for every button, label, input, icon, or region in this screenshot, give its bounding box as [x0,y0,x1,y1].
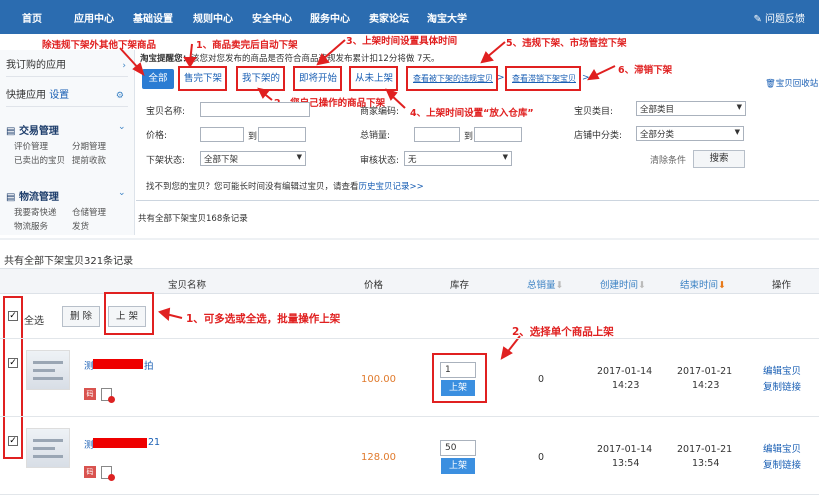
copy-link[interactable]: 复制链接 [763,379,801,393]
section-divider [0,238,819,240]
copy-link[interactable]: 复制链接 [763,457,801,471]
filter-review-status-label: 审核状态: [360,156,400,166]
delist-status-select[interactable]: 全部下架 ▼ [200,151,306,166]
col-item-name: 宝贝名称 [168,280,207,291]
qr-code-icon[interactable]: 码 [84,466,96,478]
edit-item-link[interactable]: 编辑宝贝 [763,363,801,377]
filter-category-label: 宝贝类目: [574,107,614,117]
created-time: 13:54 [612,458,640,469]
created-date: 2017-01-14 [597,444,653,455]
end-date: 2017-01-21 [677,366,733,377]
item-name-input[interactable] [200,102,310,117]
col-actions: 操作 [772,280,792,291]
item-price: 100.00 [361,374,396,385]
filter-name-label: 宝贝名称: [146,107,186,117]
highlight-box [432,353,487,403]
filter-delist-status-label: 下架状态: [146,156,186,166]
search-button[interactable]: 搜索 [693,150,745,168]
end-time: 13:54 [692,458,720,469]
summary-count-main: 共有全部下架宝贝321条记录 [4,256,134,267]
end-time: 14:23 [692,380,720,391]
col-stock: 库存 [450,280,470,291]
item-sales: 0 [538,452,545,463]
row-checkbox[interactable]: ✓ [8,358,18,368]
col-price: 价格 [364,280,384,291]
row-divider [0,338,819,339]
shop-category-select[interactable]: 全部分类 ▼ [636,126,744,141]
filter-sales-label: 总销量: [360,131,391,141]
created-date: 2017-01-14 [597,366,653,377]
item-sales: 0 [538,374,545,385]
end-date: 2017-01-21 [677,444,733,455]
filter-merchant-code-label: 商家编码: [360,107,400,117]
caret-down-icon: ▼ [736,103,742,111]
history-items-link[interactable]: 历史宝贝记录>> [359,182,424,192]
divider [136,200,819,201]
sales-to-label: 到 [464,132,474,142]
edit-item-link[interactable]: 编辑宝贝 [763,441,801,455]
col-end-time[interactable]: 结束时间⬇ [680,277,726,291]
item-title-link-suffix[interactable]: 21 [148,437,160,448]
review-status-select[interactable]: 无 ▼ [404,151,512,166]
caret-down-icon: ▼ [502,153,508,161]
filter-shop-category-label: 店铺中分类: [574,131,623,141]
delete-item-icon[interactable] [101,388,115,403]
row-divider [0,494,819,495]
item-thumbnail[interactable] [26,350,70,390]
annotation-arrows [158,307,521,360]
stock-input[interactable]: 50 [440,440,476,456]
redacted-title [93,438,147,448]
list-up-button[interactable]: 上架 [441,458,475,474]
price-to-label: 到 [248,132,258,142]
caret-down-icon: ▼ [734,128,740,136]
item-thumbnail[interactable] [26,428,70,468]
filter-price-label: 价格: [146,131,168,141]
col-created-time[interactable]: 创建时间⬇ [600,277,646,291]
sales-min-input[interactable] [414,127,460,142]
price-min-input[interactable] [200,127,244,142]
caret-down-icon: ▼ [296,153,302,161]
item-title-link-suffix[interactable]: 拍 [144,358,154,372]
row-divider [0,416,819,417]
summary-count-top: 共有全部下架宝贝168条记录 [138,214,248,224]
created-time: 14:23 [612,380,640,391]
row-checkbox[interactable]: ✓ [8,436,18,446]
annotation-arrows [119,39,616,109]
item-price: 128.00 [361,452,396,463]
price-max-input[interactable] [258,127,306,142]
qr-code-icon[interactable]: 码 [84,388,96,400]
col-sales[interactable]: 总销量⬇ [527,277,563,291]
history-tip-text: 找不到您的宝贝？您可能长时间没有编辑过宝贝，请查看 [146,182,359,192]
sales-max-input[interactable] [474,127,522,142]
category-select[interactable]: 全部类目 ▼ [636,101,746,116]
clear-conditions-link[interactable]: 清除条件 [650,153,686,166]
redacted-title [93,359,143,369]
history-tip: 找不到您的宝贝？您可能长时间没有编辑过宝贝，请查看历史宝贝记录>> [146,180,424,192]
delete-item-icon[interactable] [101,466,115,481]
